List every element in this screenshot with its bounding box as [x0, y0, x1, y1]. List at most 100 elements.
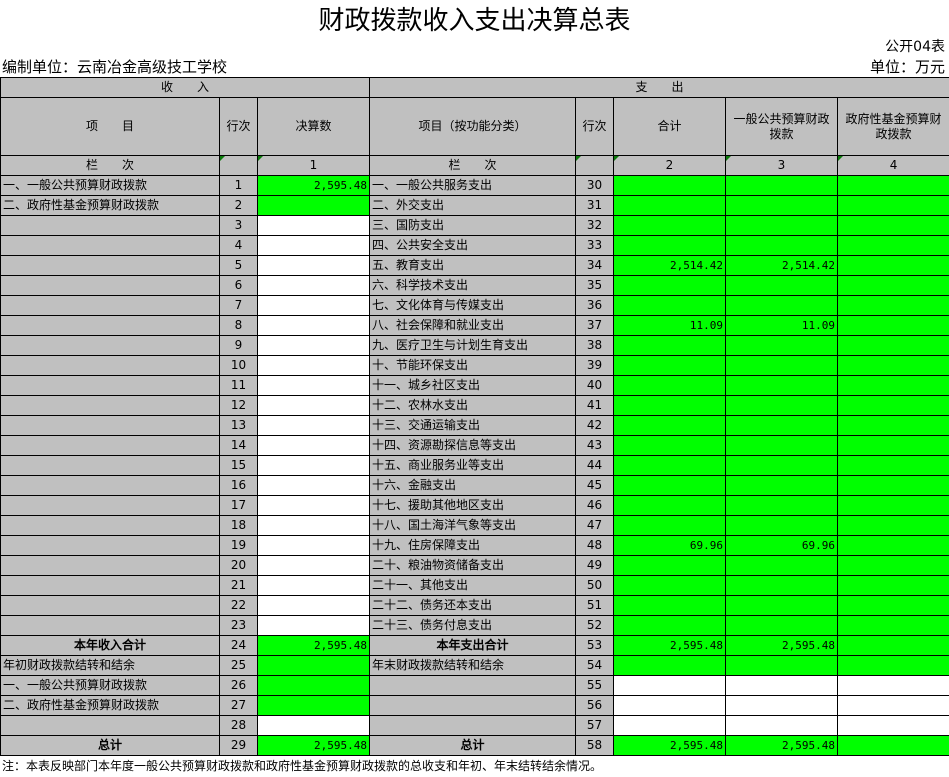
- expense-general: [725, 595, 838, 616]
- table-row: 二、政府性基金预算财政拨款 2 二、外交支出 31: [0, 195, 949, 216]
- expense-total: [613, 675, 726, 696]
- income-row-no: 20: [219, 555, 258, 576]
- section-header-row: 收 入 支 出: [0, 77, 949, 98]
- income-amount: [257, 375, 370, 396]
- income-row-no: 23: [219, 615, 258, 636]
- expense-row-no: 46: [575, 495, 614, 516]
- expense-total: [613, 495, 726, 516]
- expense-total: [613, 375, 726, 396]
- income-amount: 2,595.48: [257, 735, 370, 756]
- income-row-no: 8: [219, 315, 258, 336]
- income-row-no: 6: [219, 275, 258, 296]
- expense-general: [725, 455, 838, 476]
- expense-fund: [836, 655, 949, 676]
- income-amount: [257, 395, 370, 416]
- expense-row-no: 56: [575, 695, 614, 716]
- expense-total: [613, 175, 726, 196]
- header-row-no: 行次: [219, 97, 258, 156]
- table-row: 12 十二、农林水支出 41: [0, 395, 949, 416]
- income-item: [0, 595, 220, 616]
- expense-total: [613, 215, 726, 236]
- income-amount: [257, 695, 370, 716]
- expense-row-no: 32: [575, 215, 614, 236]
- expense-fund: [836, 315, 949, 336]
- income-item: 年初财政拨款结转和结余: [0, 655, 220, 676]
- expense-row-no: 57: [575, 715, 614, 736]
- index-blank: [219, 155, 258, 176]
- expense-fund: [836, 515, 949, 536]
- expense-item: 年末财政拨款结转和结余: [369, 655, 576, 676]
- expense-row-no: 47: [575, 515, 614, 536]
- report-title: 财政拨款收入支出决算总表: [318, 6, 631, 36]
- expense-item: 十、节能环保支出: [369, 355, 576, 376]
- income-row-no: 2: [219, 195, 258, 216]
- expense-row-no: 35: [575, 275, 614, 296]
- expense-row-no: 55: [575, 675, 614, 696]
- lanci-label: 栏 次: [0, 155, 220, 176]
- income-amount: [257, 435, 370, 456]
- expense-general: [725, 655, 838, 676]
- expense-fund: [836, 675, 949, 696]
- income-row-no: 11: [219, 375, 258, 396]
- expense-total: [613, 415, 726, 436]
- table-row: 13 十三、交通运输支出 42: [0, 415, 949, 436]
- expense-fund: [836, 355, 949, 376]
- income-item: [0, 515, 220, 536]
- expense-total: [613, 655, 726, 676]
- expense-item: 十四、资源勘探信息等支出: [369, 435, 576, 456]
- expense-total: 2,595.48: [613, 735, 726, 756]
- table-row: 16 十六、金融支出 45: [0, 475, 949, 496]
- index-3: 3: [725, 155, 838, 176]
- expense-total: [613, 235, 726, 256]
- expense-fund: [836, 715, 949, 736]
- income-amount: [257, 355, 370, 376]
- expense-general: [725, 475, 838, 496]
- income-item: [0, 455, 220, 476]
- expense-row-no: 58: [575, 735, 614, 756]
- table-row: 10 十、节能环保支出 39: [0, 355, 949, 376]
- lanci-label-2: 栏 次: [369, 155, 576, 176]
- income-amount: [257, 295, 370, 316]
- income-item: [0, 495, 220, 516]
- expense-general: [725, 355, 838, 376]
- currency-unit: 单位：万元: [869, 58, 945, 76]
- income-row-no: 14: [219, 435, 258, 456]
- income-amount: [257, 595, 370, 616]
- income-item: [0, 395, 220, 416]
- header-row-no-2: 行次: [575, 97, 614, 156]
- income-row-no: 7: [219, 295, 258, 316]
- table-row: 15 十五、商业服务业等支出 44: [0, 455, 949, 476]
- expense-total: 2,595.48: [613, 635, 726, 656]
- expense-fund: [836, 535, 949, 556]
- income-item: [0, 715, 220, 736]
- income-row-no: 25: [219, 655, 258, 676]
- table-row: 一、一般公共预算财政拨款 26 55: [0, 675, 949, 696]
- expense-item: 四、公共安全支出: [369, 235, 576, 256]
- expense-general: 11.09: [725, 315, 838, 336]
- table-row: 14 十四、资源勘探信息等支出 43: [0, 435, 949, 456]
- income-item: [0, 475, 220, 496]
- table-row: 19 十九、住房保障支出 48 69.96 69.96: [0, 535, 949, 556]
- table-row: 4 四、公共安全支出 33: [0, 235, 949, 256]
- expense-fund: [836, 295, 949, 316]
- expense-item: 二十一、其他支出: [369, 575, 576, 596]
- expense-row-no: 42: [575, 415, 614, 436]
- expense-section-header: 支 出: [368, 77, 949, 98]
- income-row-no: 4: [219, 235, 258, 256]
- expense-general: [725, 435, 838, 456]
- expense-total: 11.09: [613, 315, 726, 336]
- expense-fund: [836, 435, 949, 456]
- header-fund-budget: 政府性基金预算财政拨款: [836, 97, 949, 156]
- expense-item: 八、社会保障和就业支出: [369, 315, 576, 336]
- expense-item: 九、医疗卫生与计划生育支出: [369, 335, 576, 356]
- income-row-no: 19: [219, 535, 258, 556]
- expense-general: [725, 555, 838, 576]
- expense-total: [613, 395, 726, 416]
- expense-item: 三、国防支出: [369, 215, 576, 236]
- income-amount: [257, 415, 370, 436]
- expense-general: [725, 175, 838, 196]
- table-row: 11 十一、城乡社区支出 40: [0, 375, 949, 396]
- income-item: [0, 575, 220, 596]
- expense-row-no: 44: [575, 455, 614, 476]
- income-row-no: 21: [219, 575, 258, 596]
